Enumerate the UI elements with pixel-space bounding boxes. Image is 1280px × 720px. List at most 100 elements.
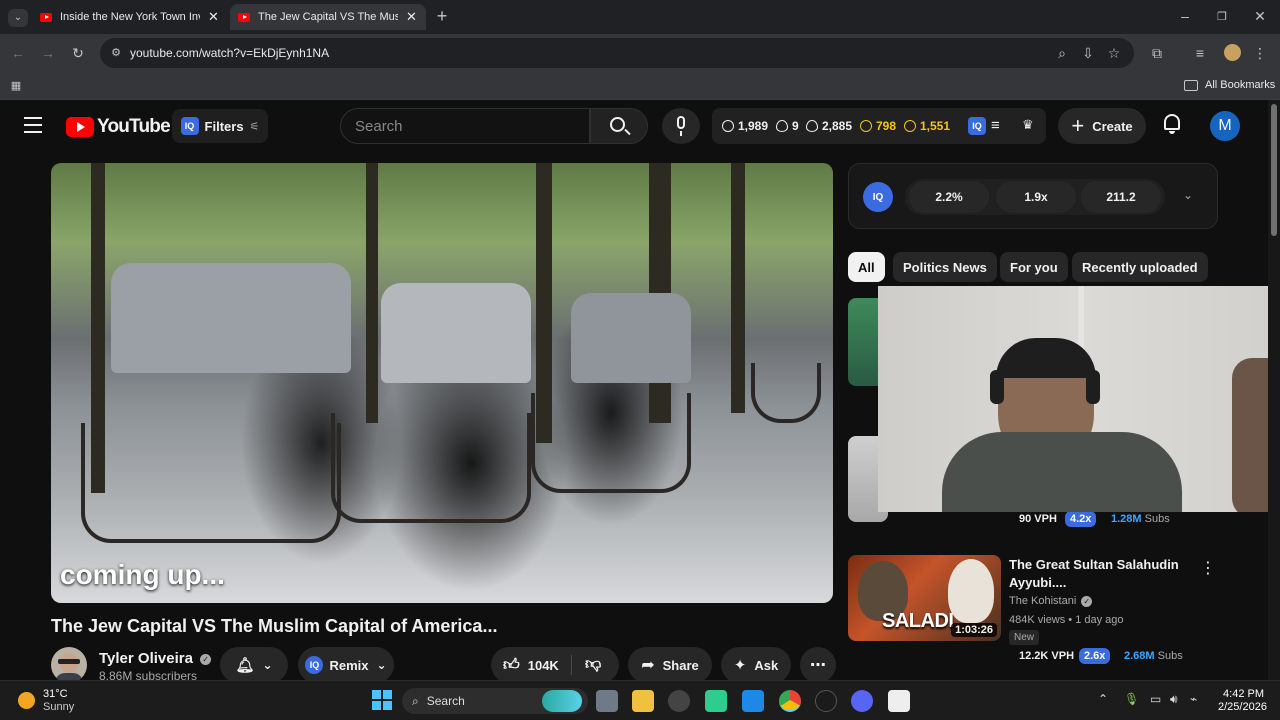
- close-window-icon[interactable]: ✕: [1252, 8, 1268, 24]
- tree-trunk: [731, 163, 745, 413]
- battery-icon[interactable]: ⌁: [1190, 692, 1197, 706]
- capcut-icon[interactable]: [888, 690, 910, 712]
- chip-for-you[interactable]: For you: [1000, 252, 1068, 282]
- windows-start-icon[interactable]: [372, 690, 392, 710]
- close-tab-icon[interactable]: ✕: [406, 9, 417, 25]
- chip-recently-uploaded[interactable]: Recently uploaded: [1072, 252, 1208, 282]
- rec2-meta: 484K views • 1 day ago: [1009, 614, 1124, 626]
- share-button[interactable]: ➦ Share: [628, 647, 712, 680]
- forward-icon[interactable]: →: [40, 45, 56, 61]
- volume-icon[interactable]: 🔊︎: [1170, 692, 1178, 707]
- voice-search-button[interactable]: [662, 108, 700, 144]
- windows-taskbar: 31°C Sunny ⌕ Search ⌃ 🎙︎ ▭ 🔊︎ ⌁ 4:42 PM …: [0, 680, 1280, 720]
- rec2-more-icon[interactable]: ⋮: [1200, 558, 1216, 578]
- new-tab-icon[interactable]: +: [434, 7, 450, 25]
- stat-watch-time: 1,989: [722, 119, 768, 133]
- bench: [81, 423, 341, 543]
- channel-name[interactable]: Tyler Oliveira ✓: [99, 650, 212, 667]
- rec2-title[interactable]: The Great Sultan Salahudin Ayyubi....: [1009, 556, 1189, 592]
- subscription-bell-button[interactable]: 🔔︎ ⌄: [220, 647, 288, 680]
- zoom-icon[interactable]: ⌕: [1054, 45, 1070, 61]
- weather-desc: Sunny: [43, 701, 75, 713]
- parked-car: [381, 283, 531, 383]
- chevron-down-icon[interactable]: ⌄: [1183, 188, 1193, 202]
- game-app-icon[interactable]: [705, 690, 727, 712]
- site-info-icon[interactable]: ⚙: [108, 45, 124, 61]
- trophy-icon[interactable]: ♛: [1022, 117, 1034, 133]
- youtube-play-icon: [66, 117, 94, 137]
- minimize-icon[interactable]: –: [1177, 8, 1193, 24]
- task-view-icon[interactable]: [596, 690, 618, 712]
- close-tab-icon[interactable]: ✕: [208, 9, 219, 25]
- filters-button[interactable]: IQ Filters ⚟: [172, 109, 268, 143]
- account-avatar[interactable]: M: [1210, 111, 1240, 141]
- file-explorer-icon[interactable]: [632, 690, 654, 712]
- dislike-icon[interactable]: 👎︎: [585, 655, 601, 674]
- sparkle-icon: ✦: [733, 657, 747, 674]
- extensions-icon[interactable]: ⧉: [1149, 45, 1165, 61]
- search-button[interactable]: [590, 108, 648, 144]
- discord-icon[interactable]: [851, 690, 873, 712]
- tab-search-chevron-icon[interactable]: ⌄: [8, 9, 28, 27]
- all-bookmarks[interactable]: All Bookmarks: [1184, 79, 1275, 91]
- create-button[interactable]: + Create: [1058, 108, 1146, 144]
- youtube-favicon-icon: [238, 12, 250, 22]
- back-icon[interactable]: ←: [10, 45, 26, 61]
- clock[interactable]: 4:42 PM 2/25/2026: [1218, 688, 1267, 714]
- youtube-logo[interactable]: YouTube PK: [66, 115, 184, 138]
- address-bar[interactable]: ⚙ youtube.com/watch?v=EkDjEynh1NA ⌕ ⇩ ☆: [100, 38, 1134, 68]
- rec2-thumbnail[interactable]: SALADI 1:03:26: [848, 555, 1001, 641]
- maximize-icon[interactable]: ❐: [1214, 9, 1230, 25]
- stat-views: 2,885: [806, 119, 852, 133]
- sun-icon[interactable]: [18, 692, 35, 709]
- microphone-icon[interactable]: 🎙︎: [1124, 692, 1139, 706]
- video-overlay-caption: coming up...: [60, 559, 225, 590]
- like-icon[interactable]: 👍︎: [503, 656, 520, 675]
- profile-avatar-icon[interactable]: [1224, 44, 1241, 61]
- clock-time: 4:42 PM: [1223, 688, 1264, 700]
- channel-avatar[interactable]: [51, 647, 87, 680]
- url-text[interactable]: youtube.com/watch?v=EkDjEynh1NA: [130, 46, 329, 60]
- tab-jew-capital[interactable]: The Jew Capital VS The Muslim ✕: [230, 4, 426, 30]
- more-actions-icon[interactable]: ⋯: [800, 647, 836, 680]
- app-icon[interactable]: [668, 690, 690, 712]
- chip-politics-news[interactable]: Politics News: [893, 252, 997, 282]
- notifications-bell-icon[interactable]: [1162, 114, 1182, 136]
- chip-all[interactable]: All: [848, 252, 885, 282]
- video-title: The Jew Capital VS The Muslim Capital of…: [51, 616, 498, 636]
- search-icon: [610, 117, 625, 132]
- ask-button[interactable]: ✦ Ask: [721, 647, 791, 680]
- outlook-icon[interactable]: [742, 690, 764, 712]
- rec2-channel[interactable]: The Kohistani ✓: [1009, 595, 1093, 607]
- media-controls-icon[interactable]: ≡: [1192, 45, 1208, 61]
- rec1-subs: 1.28M Subs: [1111, 513, 1170, 525]
- like-count[interactable]: 104K: [528, 658, 559, 673]
- hamburger-menu-icon[interactable]: [24, 117, 42, 133]
- search-input[interactable]: Search: [340, 108, 590, 144]
- chrome-menu-icon[interactable]: ⋮: [1252, 45, 1268, 61]
- network-icon[interactable]: ▭: [1150, 692, 1161, 706]
- bookmark-star-icon[interactable]: ☆: [1106, 45, 1122, 61]
- tab-inside-new-york[interactable]: Inside the New York Town Invad ✕: [32, 4, 228, 30]
- reload-icon[interactable]: ↻: [70, 45, 86, 61]
- apps-grid-icon[interactable]: ▦: [8, 78, 24, 94]
- weather-widget[interactable]: 31°C Sunny: [43, 688, 74, 714]
- show-hidden-icons[interactable]: ⌃: [1098, 692, 1108, 706]
- app-icon[interactable]: [815, 690, 837, 712]
- ask-label: Ask: [754, 657, 779, 673]
- taskbar-search[interactable]: ⌕ Search: [402, 688, 588, 714]
- list-icon[interactable]: ≡: [991, 117, 1000, 134]
- subscriber-count: 8.86M subscribers: [99, 669, 198, 680]
- chrome-icon[interactable]: [779, 690, 801, 712]
- metric-multiplier: 1.9x: [996, 181, 1076, 213]
- youtube-favicon-icon: [40, 12, 52, 22]
- rec2-subs: 2.68M Subs: [1124, 650, 1183, 662]
- verified-icon: ✓: [1081, 595, 1093, 607]
- iq-logo-icon[interactable]: IQ: [968, 117, 986, 135]
- install-app-icon[interactable]: ⇩: [1080, 45, 1096, 61]
- video-duration: 1:03:26: [951, 623, 997, 637]
- remix-button[interactable]: IQ Remix ⌄: [298, 647, 394, 680]
- video-player[interactable]: coming up...: [51, 163, 833, 603]
- scrollbar-thumb[interactable]: [1271, 104, 1277, 236]
- page-scrollbar[interactable]: [1268, 100, 1280, 680]
